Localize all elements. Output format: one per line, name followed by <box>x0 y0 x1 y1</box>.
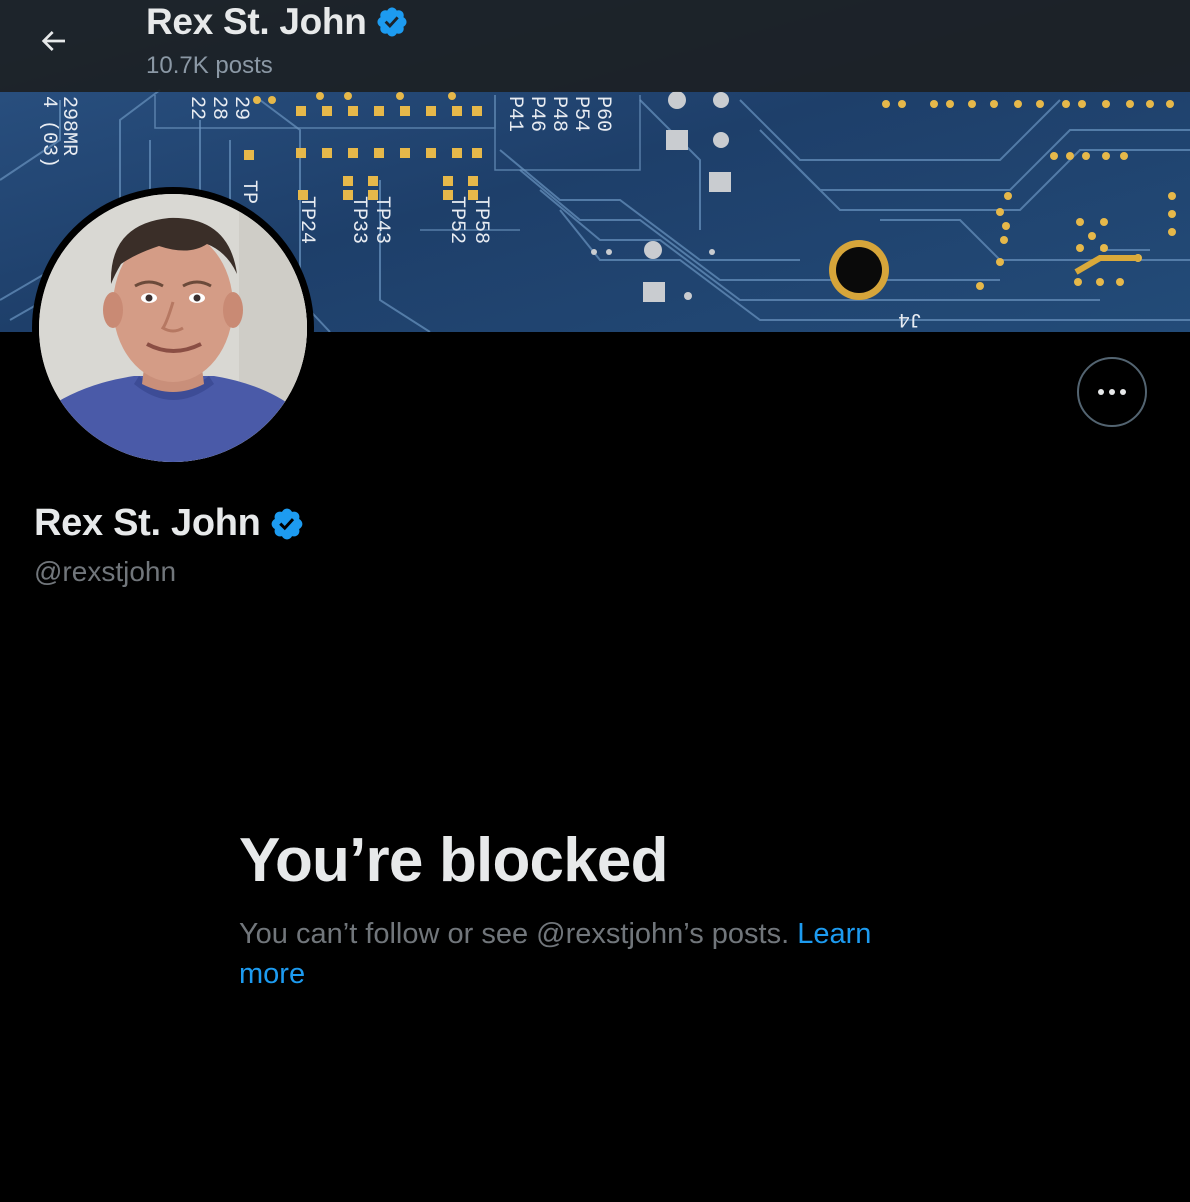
header-posts-count: 10.7K posts <box>146 52 273 79</box>
arrow-left-icon <box>41 31 65 51</box>
profile-page: P60 P54 P48 P46 P41 TP43 TP33 TP58 TP52 … <box>0 0 1190 1202</box>
blocked-message: You can’t follow or see @rexstjohn’s pos… <box>239 918 790 950</box>
svg-text:TP52: TP52 <box>445 196 468 244</box>
more-options-button[interactable] <box>1077 357 1147 427</box>
back-button[interactable] <box>24 12 82 70</box>
svg-text:P48: P48 <box>547 96 570 132</box>
svg-text:J4: J4 <box>898 307 922 330</box>
svg-text:P46: P46 <box>525 96 548 132</box>
svg-text:P41: P41 <box>503 96 526 132</box>
more-options-icon <box>1098 389 1126 395</box>
svg-text:TP43: TP43 <box>370 196 393 244</box>
verified-badge-icon[interactable] <box>375 5 409 39</box>
avatar-photo <box>39 194 307 462</box>
svg-text:29: 29 <box>229 96 252 120</box>
profile-header-bar: Rex St. John 10.7K posts <box>0 0 1190 92</box>
header-display-name: Rex St. John <box>146 1 367 42</box>
blocked-description: You can’t follow or see @rexstjohn’s pos… <box>239 914 919 994</box>
profile-display-name: Rex St. John <box>34 502 261 544</box>
svg-text:28: 28 <box>207 96 230 120</box>
header-title: Rex St. John <box>146 0 409 44</box>
blocked-notice: You’re blocked You can’t follow or see @… <box>239 822 939 994</box>
svg-text:TP58: TP58 <box>469 196 492 244</box>
profile-avatar[interactable] <box>32 187 314 469</box>
svg-text:4 (03): 4 (03) <box>37 96 60 168</box>
svg-text:22: 22 <box>185 96 208 120</box>
profile-handle: @rexstjohn <box>34 556 177 587</box>
svg-text:P54: P54 <box>569 96 592 132</box>
svg-text:P60: P60 <box>591 96 614 132</box>
svg-text:TP: TP <box>237 180 260 204</box>
profile-avatar-photo <box>39 194 307 462</box>
verified-badge-icon[interactable] <box>269 506 305 542</box>
svg-text:TP24: TP24 <box>295 196 318 244</box>
svg-text:TP33: TP33 <box>347 196 370 244</box>
profile-name-row: Rex St. John <box>34 502 305 545</box>
blocked-title: You’re blocked <box>239 826 668 895</box>
